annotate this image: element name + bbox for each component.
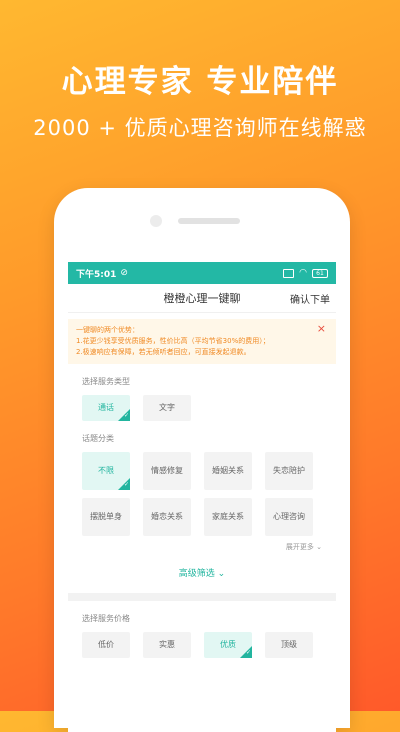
topic-option-emotion-repair[interactable]: 情感修复 — [143, 452, 191, 490]
option-label: 婚恋关系 — [151, 512, 183, 521]
section-divider — [68, 593, 336, 601]
option-label: 家庭关系 — [212, 512, 244, 521]
hero-title: 心理专家 专业陪伴 — [61, 64, 339, 100]
option-label: 顶级 — [281, 640, 297, 649]
check-icon: ✓ — [245, 649, 251, 656]
topic-option-romance[interactable]: 婚恋关系 — [143, 498, 191, 536]
price-option-value[interactable]: 实惠 — [143, 632, 191, 658]
price-section: 选择服务价格 低价 实惠 优质 ✓ 顶级 — [68, 613, 336, 658]
notice-heading: 一键聊的两个优势： — [76, 326, 139, 334]
advantage-notice: 一键聊的两个优势： 1.花更少钱享受优质服务，性价比高（平均节省30%的费用）；… — [68, 319, 336, 364]
camera-dot — [150, 215, 162, 227]
option-label: 不限 — [98, 466, 114, 475]
check-icon: ✓ — [123, 412, 129, 419]
topic-option-single[interactable]: 摆脱单身 — [82, 498, 130, 536]
check-icon: ✓ — [123, 481, 129, 488]
page-title: 橙橙心理一键聊 — [163, 292, 241, 305]
nav-bar: 橙橙心理一键聊 确认下单 — [68, 284, 336, 313]
service-type-option-call[interactable]: 通话 ✓ — [82, 395, 130, 421]
topic-option-counseling[interactable]: 心理咨询 — [265, 498, 313, 536]
phone-frame: 下午5:01 ⊘ ◠ 61 橙橙心理一键聊 确认下单 一键聊的两个优势： 1.花… — [54, 188, 350, 732]
price-option-top[interactable]: 顶级 — [265, 632, 313, 658]
topic-option-breakup[interactable]: 失恋陪护 — [265, 452, 313, 490]
wifi-icon: ◠ — [299, 268, 307, 278]
option-label: 婚姻关系 — [212, 466, 244, 475]
service-type-option-text[interactable]: 文字 — [143, 395, 191, 421]
option-label: 摆脱单身 — [90, 512, 122, 521]
option-label: 情感修复 — [151, 466, 183, 475]
app-screen: 下午5:01 ⊘ ◠ 61 橙橙心理一键聊 确认下单 一键聊的两个优势： 1.花… — [68, 262, 336, 732]
hero-subtitle: 2000 + 优质心理咨询师在线解惑 — [33, 116, 367, 140]
price-label: 选择服务价格 — [82, 614, 130, 623]
battery-icon: 61 — [312, 268, 328, 278]
sync-off-icon: ⊘ — [120, 268, 128, 278]
status-bar: 下午5:01 ⊘ ◠ 61 — [68, 262, 336, 284]
topic-option-family[interactable]: 家庭关系 — [204, 498, 252, 536]
option-label: 通话 — [98, 403, 114, 412]
option-label: 优质 — [220, 640, 236, 649]
price-option-quality[interactable]: 优质 ✓ — [204, 632, 252, 658]
service-type-label: 选择服务类型 — [82, 377, 130, 386]
option-label: 实惠 — [159, 640, 175, 649]
topic-label: 话题分类 — [82, 434, 114, 443]
advanced-filter-button[interactable]: 高级筛选 ⌄ — [82, 566, 322, 579]
option-label: 心理咨询 — [273, 512, 305, 521]
topic-option-any[interactable]: 不限 ✓ — [82, 452, 130, 490]
option-label: 文字 — [159, 403, 175, 412]
expand-more-link[interactable]: 展开更多 ⌄ — [82, 542, 322, 552]
status-time: 下午5:01 — [76, 269, 117, 280]
notice-line-1: 1.花更少钱享受优质服务，性价比高（平均节省30%的费用）； — [76, 337, 270, 345]
close-icon[interactable]: × — [317, 323, 326, 334]
option-label: 失恋陪护 — [273, 466, 305, 475]
speaker-grille — [178, 218, 240, 224]
topic-option-marriage[interactable]: 婚姻关系 — [204, 452, 252, 490]
service-type-section: 选择服务类型 通话 ✓ 文字 话题分类 不限 ✓ 情感修复 婚姻关系 失恋陪护 — [68, 376, 336, 579]
sim-icon — [283, 268, 295, 278]
price-option-low[interactable]: 低价 — [82, 632, 130, 658]
notice-line-2: 2.极速响应有保障，若无倾听者回应，可直接发起退款。 — [76, 348, 251, 356]
option-label: 低价 — [98, 640, 114, 649]
confirm-order-button[interactable]: 确认下单 — [290, 291, 330, 306]
